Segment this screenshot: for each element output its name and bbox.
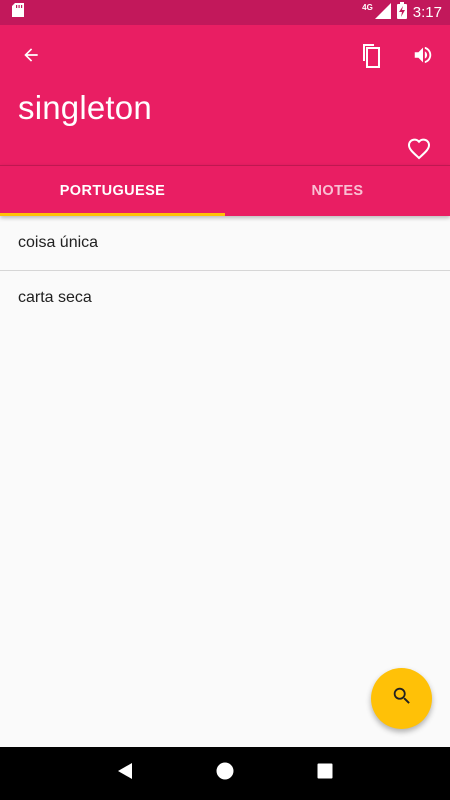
tab-notes[interactable]: NOTES [225, 166, 450, 216]
nav-home-button[interactable] [205, 754, 245, 794]
battery-charging-icon [396, 2, 407, 23]
recents-square-icon [317, 763, 333, 784]
search-icon [391, 685, 413, 712]
volume-icon [412, 44, 434, 71]
arrow-back-icon [21, 45, 41, 70]
tab-portuguese[interactable]: PORTUGUESE [0, 166, 225, 216]
tab-bar: PORTUGUESE NOTES [0, 165, 450, 216]
nav-recents-button[interactable] [305, 754, 345, 794]
copy-icon [359, 42, 383, 73]
word-title: singleton [18, 89, 152, 126]
clock: 3:17 [412, 4, 442, 21]
nav-back-button[interactable] [105, 754, 145, 794]
navigation-bar [0, 747, 450, 800]
network-type: 4G [362, 3, 373, 12]
back-button[interactable] [11, 37, 51, 77]
app-bar: singleton [0, 25, 450, 165]
sd-card-icon [12, 3, 24, 22]
home-circle-icon [216, 762, 234, 785]
heart-outline-icon [407, 138, 431, 165]
translation-list: coisa única carta seca [0, 216, 450, 324]
copy-button[interactable] [351, 37, 391, 77]
status-bar: 4G 3:17 [0, 0, 450, 25]
search-fab-button[interactable] [371, 668, 432, 729]
back-triangle-icon [116, 762, 134, 785]
list-item[interactable]: coisa única [0, 216, 450, 270]
speak-button[interactable] [403, 37, 443, 77]
signal-icon [374, 2, 391, 23]
list-item[interactable]: carta seca [0, 270, 450, 324]
